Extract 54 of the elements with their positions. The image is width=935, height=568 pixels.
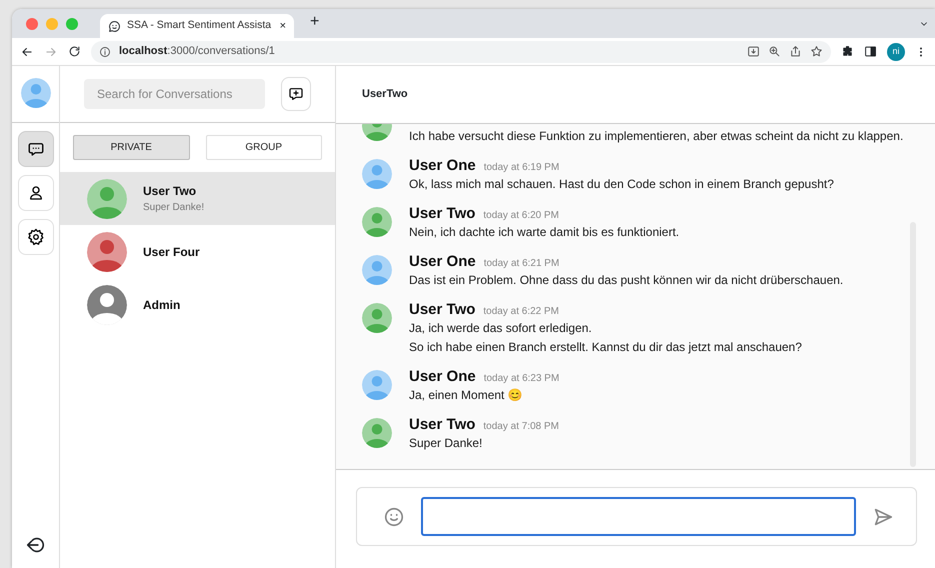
message-time: today at 6:22 PM: [483, 305, 560, 319]
conversation-item[interactable]: User Two Super Danke!: [60, 172, 335, 225]
side-panel-icon[interactable]: [864, 45, 877, 58]
message-text: Das ist ein Problem. Ohne dass du das pusht können wir da nicht drüberschauen.: [409, 272, 844, 289]
message-text: Ok, lass mich mal schauen. Hast du den Code schon in einem Branch gepusht?: [409, 176, 834, 193]
message-time: today at 7:08 PM: [483, 420, 560, 434]
profile-avatar[interactable]: ni: [887, 42, 905, 60]
tab-title: SSA - Smart Sentiment Assista: [127, 18, 272, 34]
conversation-item[interactable]: Admin: [60, 278, 335, 331]
message-field[interactable]: [421, 497, 856, 536]
message-time: today at 6:20 PM: [483, 209, 560, 223]
filter-tab[interactable]: PRIVATE: [73, 135, 190, 160]
nav-button[interactable]: [18, 219, 54, 255]
message-time: today at 6:23 PM: [484, 372, 560, 386]
sender-name: User One: [409, 156, 476, 175]
sender-name: User Two: [409, 415, 476, 434]
sender-name: User Two: [409, 204, 476, 223]
message-text: So ich habe einen Branch erstellt. Kannst du dir das jetzt mal anschauen?: [409, 339, 802, 356]
add-chat-icon: [288, 86, 304, 102]
chat-icon: [26, 140, 44, 158]
star-icon[interactable]: [810, 45, 823, 58]
search-field[interactable]: Search for Conversations: [84, 79, 265, 109]
nav-button[interactable]: [18, 175, 54, 211]
share-icon[interactable]: [789, 45, 802, 58]
sender-name: User One: [409, 252, 476, 271]
message-text: Ja, ich werde das sofort erledigen.: [409, 320, 593, 337]
message-text: Ich habe versucht diese Funktion zu implementieren, aber etwas scheint da nicht zu klappen.: [409, 128, 904, 145]
message-time: today at 6:21 PM: [484, 257, 560, 271]
message-preview: Super Danke!: [143, 201, 204, 215]
sender-name: User Two: [409, 300, 476, 319]
reload-icon[interactable]: [68, 45, 81, 58]
nav-button[interactable]: [18, 131, 54, 167]
message-text: Super Danke!: [409, 435, 484, 452]
settings-icon: [26, 228, 44, 246]
filter-tab[interactable]: GROUP: [206, 135, 322, 160]
zoom-icon[interactable]: [768, 45, 781, 58]
emoji-icon[interactable]: [383, 506, 405, 528]
info-icon[interactable]: [99, 46, 111, 58]
message-time: today at 6:19 PM: [484, 161, 560, 175]
puzzle-icon[interactable]: [841, 45, 854, 58]
install-icon[interactable]: [747, 45, 760, 58]
contact-name: Admin: [143, 296, 180, 314]
contact-name: User Four: [143, 244, 200, 260]
chat-title: UserTwo: [362, 87, 408, 102]
chat-bubble-icon: [108, 20, 121, 32]
conversation-item[interactable]: User Four: [60, 225, 335, 278]
contact-name: User Two: [143, 183, 198, 200]
new-chat-button[interactable]: [281, 77, 311, 111]
message-text: Nein, ich dachte ich warte damit bis es funktioniert.: [409, 224, 680, 241]
browser-tab[interactable]: SSA - Smart Sentiment Assista ×: [100, 14, 294, 38]
close-tab-button[interactable]: ×: [280, 18, 286, 34]
message-text: Ja, einen Moment 😊: [409, 387, 524, 404]
new-tab-button[interactable]: +: [310, 10, 320, 34]
sender-name: User One: [409, 367, 476, 386]
